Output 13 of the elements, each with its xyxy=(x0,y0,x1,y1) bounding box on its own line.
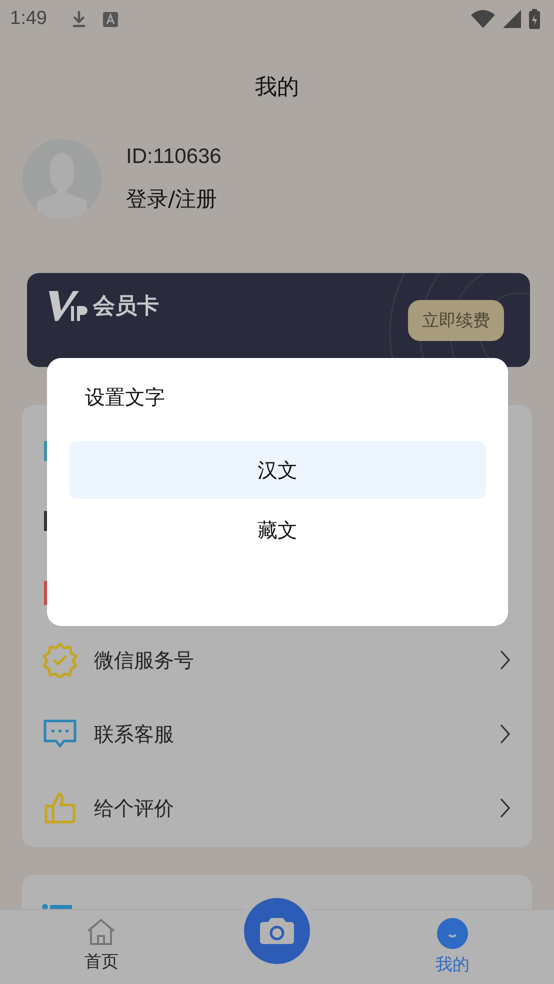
menu-item[interactable]: 给个评价 xyxy=(42,771,510,845)
login-link[interactable]: 登录/注册 xyxy=(126,185,222,213)
language-option[interactable]: 藏文 xyxy=(69,501,486,559)
user-id: ID:110636 xyxy=(126,145,222,169)
menu-item[interactable]: 微信服务号 xyxy=(42,623,510,697)
vip-card-title: 会员卡 xyxy=(93,293,159,321)
page-title: 我的 xyxy=(254,74,300,102)
tab[interactable]: 首页 xyxy=(41,910,162,973)
renew-button[interactable]: 立即续费 xyxy=(408,300,504,341)
dialog-title: 设置文字 xyxy=(84,384,166,411)
language-option[interactable]: 汉文 xyxy=(69,441,486,499)
status-time: 1:49 xyxy=(10,8,47,30)
menu-item[interactable]: 联系客服 xyxy=(42,697,510,771)
